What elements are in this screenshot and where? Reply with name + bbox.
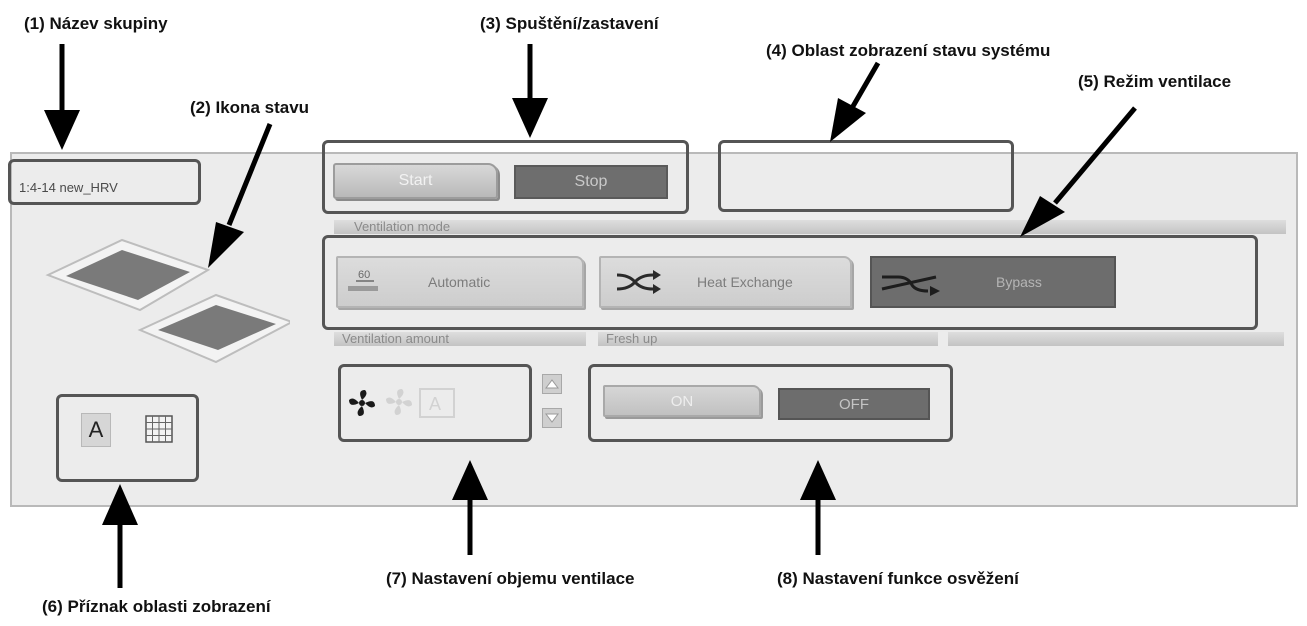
arrowhead-2 [208,222,244,268]
pointer-arrows [44,44,1137,588]
arrowhead-7 [452,460,488,500]
arrowhead-3 [512,98,548,138]
arrowhead-1 [44,110,80,150]
arrowhead-6 [102,484,138,525]
arrowhead-4 [830,98,866,142]
arrowhead-8 [800,460,836,500]
